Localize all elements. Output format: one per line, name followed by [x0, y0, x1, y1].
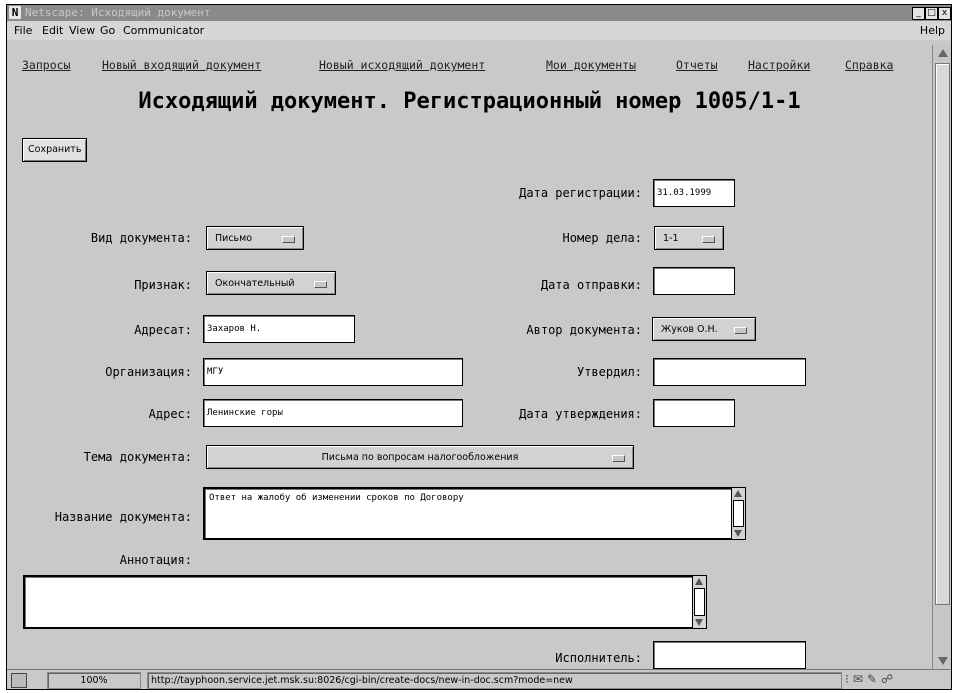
menu-help[interactable]: Help — [920, 21, 945, 40]
scroll-up-icon[interactable] — [734, 490, 742, 497]
author-value: Жуков О.Н. — [661, 324, 718, 335]
doc-type-select[interactable]: Письмо — [206, 226, 304, 250]
scroll-down-icon[interactable] — [734, 530, 742, 537]
composer-icon[interactable]: ✎ — [867, 672, 881, 686]
menu-view[interactable]: View — [69, 21, 95, 40]
doc-type-label: Вид документа: — [90, 231, 192, 245]
doc-name-textarea[interactable]: Ответ на жалобу об изменении сроков по Д… — [203, 487, 746, 540]
menu-go[interactable]: Go — [100, 21, 115, 40]
send-date-label: Дата отправки: — [540, 278, 642, 292]
annotation-scrollbar[interactable] — [692, 575, 707, 629]
reg-date-field[interactable]: 31.03.1999 — [653, 179, 735, 207]
nav-link-new-incoming[interactable]: Новый входящий документ — [102, 58, 261, 72]
address-label: Адрес: — [148, 407, 192, 421]
browser-window: N Netscape: Исходящий документ _ □ x Fil… — [6, 4, 952, 690]
sign-value: Окончательный — [215, 278, 295, 289]
dropdown-indicator-icon — [702, 236, 715, 243]
status-url: http://tayphoon.service.jet.msk.su:8026/… — [147, 672, 842, 689]
approved-by-label: Утвердил: — [576, 365, 642, 379]
close-button[interactable]: x — [938, 7, 951, 20]
status-bar: 100% http://tayphoon.service.jet.msk.su:… — [7, 669, 951, 689]
nav-link-my-documents[interactable]: Мои документы — [546, 58, 636, 72]
case-number-value: 1-1 — [663, 233, 679, 244]
doc-name-value: Ответ на жалобу об изменении сроков по Д… — [209, 493, 464, 503]
scroll-down-icon[interactable] — [695, 619, 703, 626]
dropdown-indicator-icon — [612, 455, 625, 462]
topic-select[interactable]: Письма по вопросам налогообложения — [206, 445, 634, 469]
organization-field[interactable]: МГУ — [203, 358, 463, 386]
security-lock-icon[interactable] — [11, 673, 27, 688]
case-number-select[interactable]: 1-1 — [654, 226, 724, 250]
nav-link-new-outgoing[interactable]: Новый исходящий документ — [319, 58, 485, 72]
menu-communicator[interactable]: Communicator — [123, 21, 204, 40]
dropdown-indicator-icon — [314, 281, 327, 288]
page-content: Запросы Новый входящий документ Новый ис… — [7, 45, 932, 669]
approval-date-label: Дата утверждения: — [519, 407, 642, 421]
case-number-label: Номер дела: — [562, 231, 642, 245]
page-scroll-thumb[interactable] — [935, 63, 950, 605]
topic-label: Тема документа: — [83, 450, 192, 464]
save-button[interactable]: Сохранить — [22, 138, 88, 162]
reg-date-label: Дата регистрации: — [519, 186, 642, 200]
scroll-up-icon[interactable] — [695, 578, 703, 585]
component-bar: ⁝✉✎☍ — [845, 672, 897, 687]
sign-select[interactable]: Окончательный — [206, 271, 336, 295]
window-title: Netscape: Исходящий документ — [25, 6, 211, 19]
author-select[interactable]: Жуков О.Н. — [652, 317, 756, 341]
executor-label: Исполнитель: — [555, 651, 642, 665]
network-icon[interactable]: ⁝ — [845, 672, 853, 686]
maximize-button[interactable]: □ — [925, 7, 938, 20]
nav-link-reports[interactable]: Отчеты — [676, 58, 718, 72]
menu-edit[interactable]: Edit — [42, 21, 63, 40]
menu-file[interactable]: File — [14, 21, 32, 40]
nav-link-requests[interactable]: Запросы — [22, 58, 70, 72]
addressee-label: Адресат: — [134, 323, 192, 337]
sign-label: Признак: — [134, 278, 192, 292]
author-label: Автор документа: — [526, 323, 642, 337]
component-icon[interactable]: ☍ — [881, 672, 897, 686]
executor-field[interactable] — [653, 641, 806, 669]
send-date-field[interactable] — [653, 267, 735, 295]
scroll-thumb[interactable] — [733, 500, 744, 527]
doc-name-label: Название документа: — [54, 510, 192, 524]
scroll-thumb[interactable] — [694, 588, 705, 616]
minimize-button[interactable]: _ — [912, 7, 925, 20]
doc-type-value: Письмо — [215, 233, 253, 244]
approved-by-field[interactable] — [653, 358, 806, 386]
title-bar[interactable]: N Netscape: Исходящий документ _ □ x — [7, 5, 951, 21]
menu-bar: File Edit View Go Communicator Help — [7, 21, 951, 40]
scroll-down-icon[interactable] — [938, 657, 948, 665]
nav-link-help[interactable]: Справка — [845, 58, 893, 72]
addressee-field[interactable]: Захаров Н. — [203, 315, 355, 343]
annotation-label: Аннотация: — [119, 553, 192, 567]
dropdown-indicator-icon — [282, 236, 295, 243]
annotation-textarea[interactable] — [23, 575, 707, 629]
address-field[interactable]: Ленинские горы — [203, 399, 463, 427]
dropdown-indicator-icon — [734, 327, 747, 334]
scroll-up-icon[interactable] — [938, 49, 948, 57]
organization-label: Организация: — [105, 365, 192, 379]
page-title: Исходящий документ. Регистрационный номе… — [138, 89, 801, 114]
progress-indicator: 100% — [47, 672, 141, 689]
page-scrollbar[interactable] — [932, 45, 951, 669]
netscape-logo-icon: N — [9, 6, 21, 19]
mail-icon[interactable]: ✉ — [853, 672, 867, 686]
doc-name-scrollbar[interactable] — [731, 487, 746, 540]
nav-link-settings[interactable]: Настройки — [748, 58, 810, 72]
topic-value: Письма по вопросам налогообложения — [321, 452, 519, 463]
approval-date-field[interactable] — [653, 399, 735, 427]
